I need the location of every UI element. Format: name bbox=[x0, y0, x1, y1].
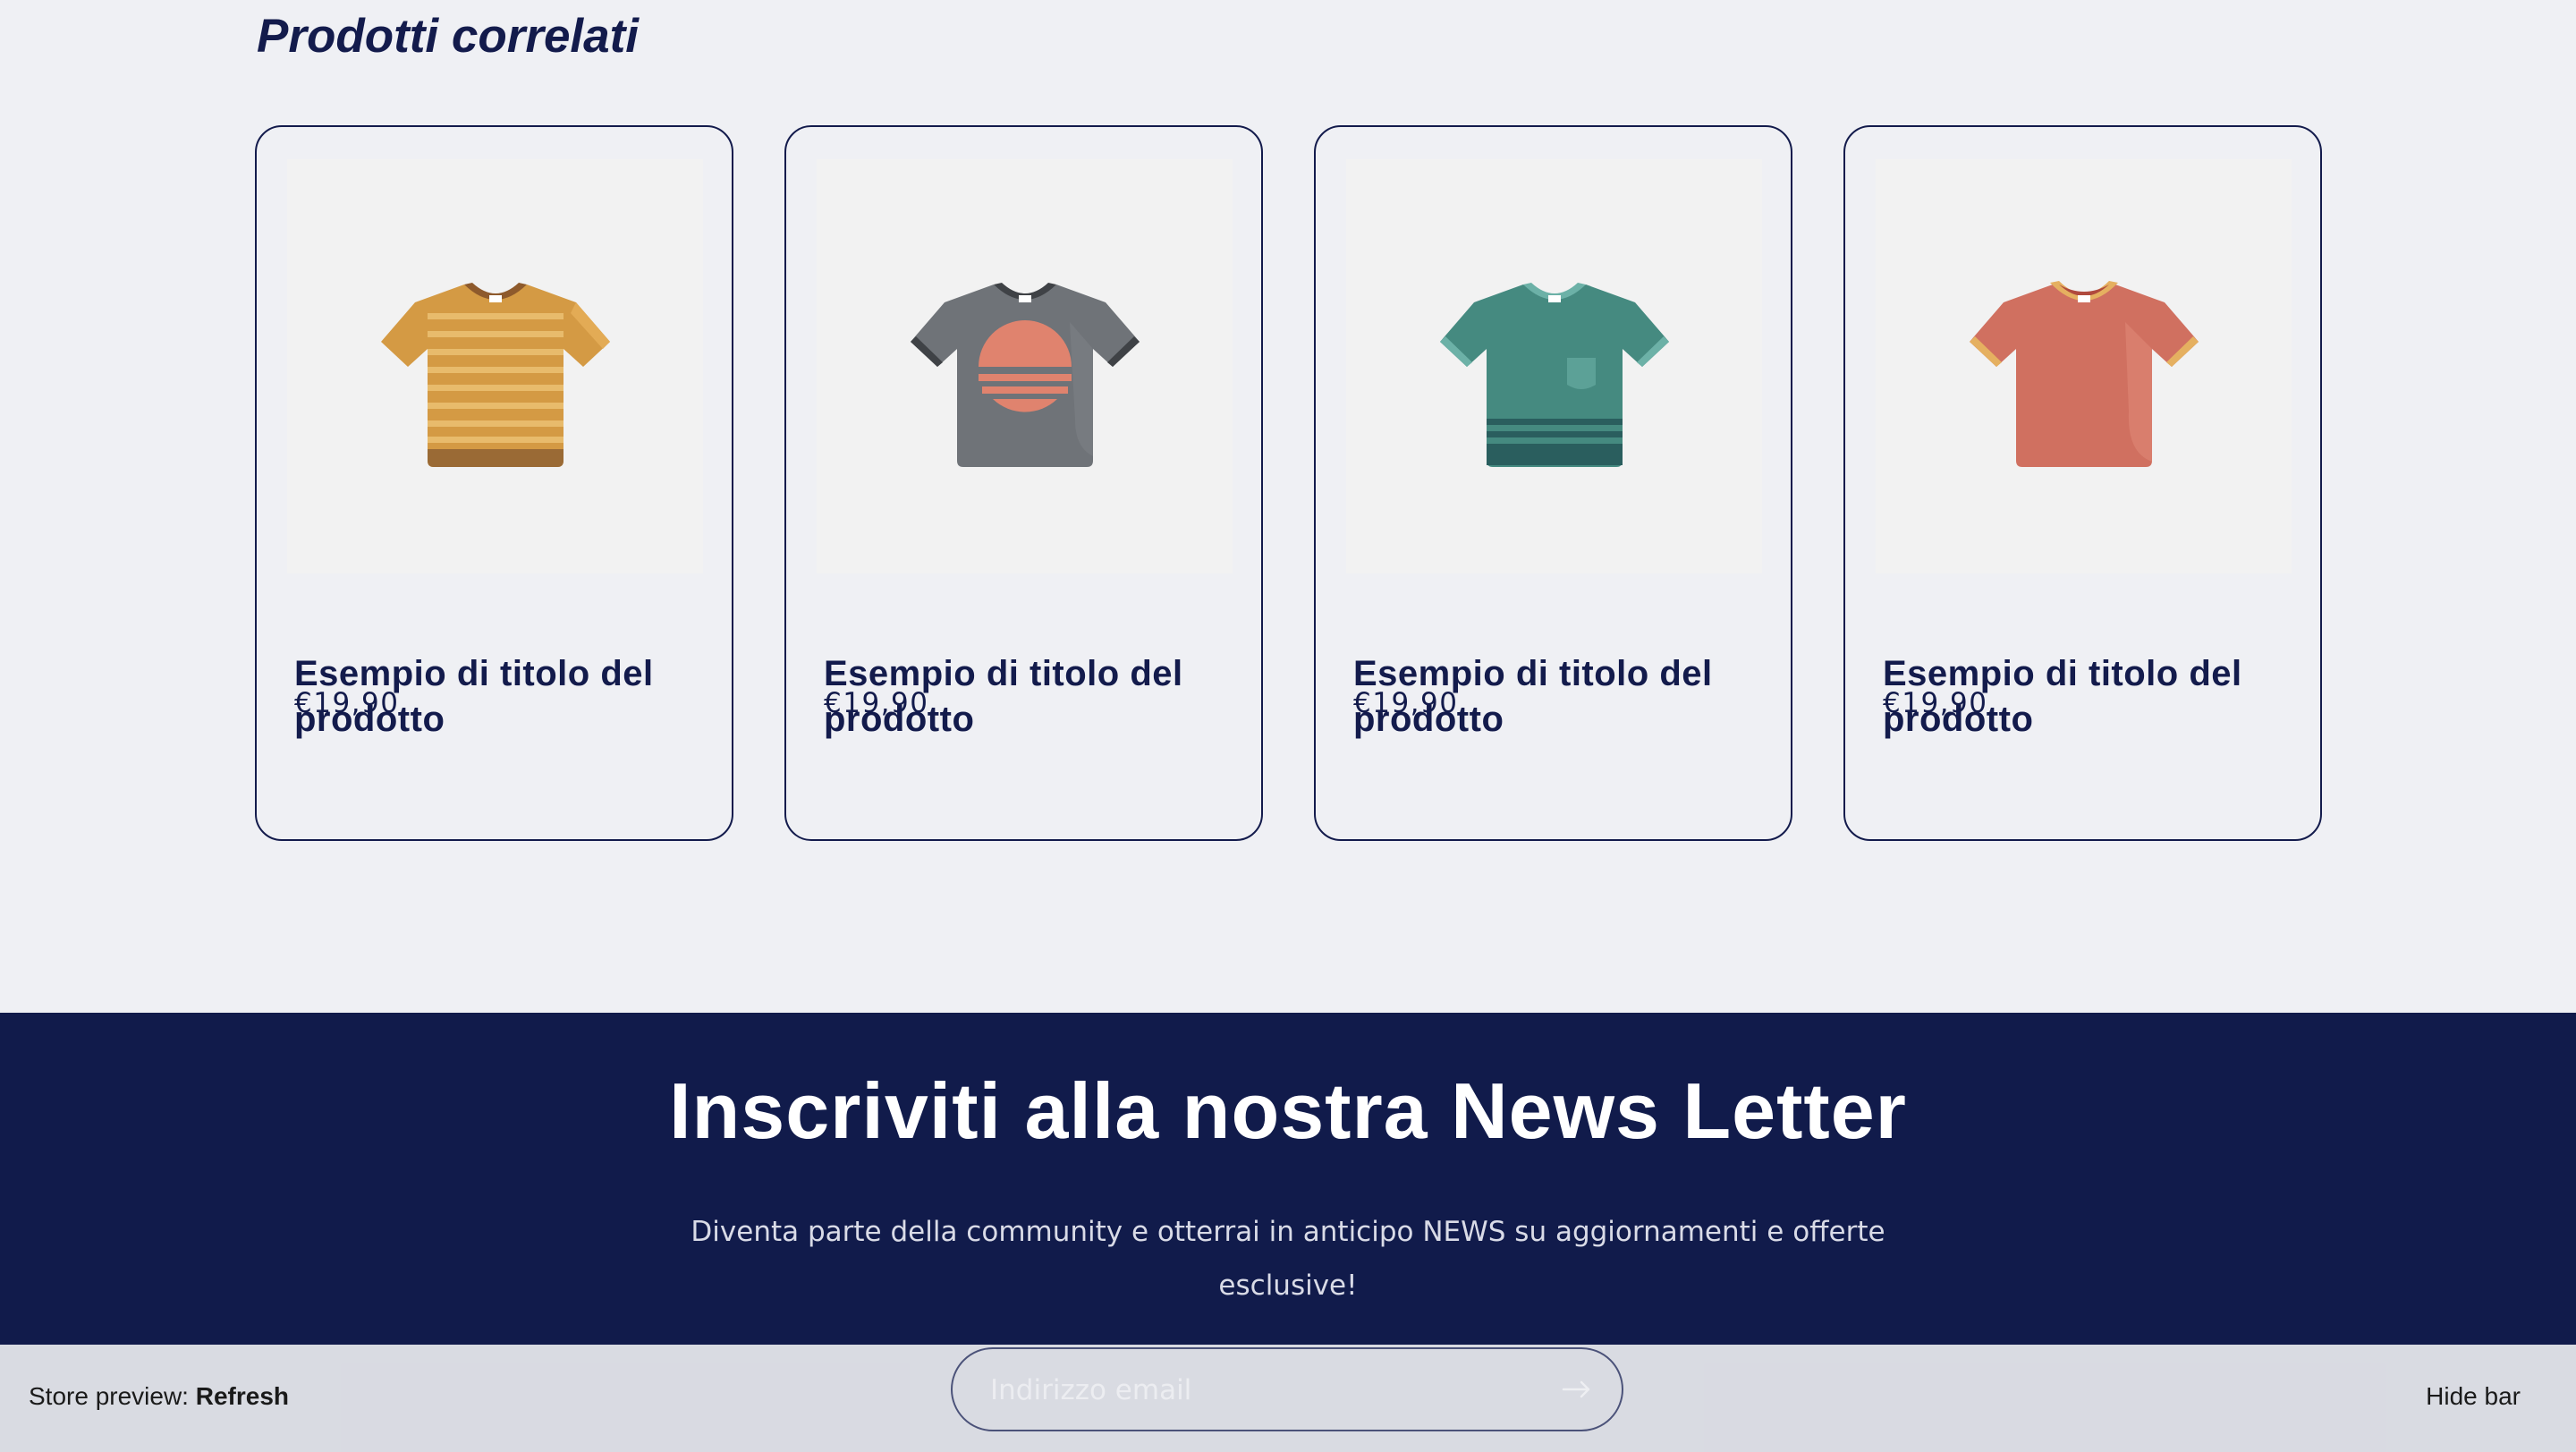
store-preview-label: Store preview: Refresh bbox=[29, 1382, 289, 1411]
newsletter-form bbox=[951, 1347, 1623, 1431]
hide-bar-button[interactable]: Hide bar bbox=[2426, 1382, 2521, 1411]
product-price: €19,90 bbox=[1353, 687, 1459, 719]
email-input[interactable] bbox=[988, 1349, 1529, 1431]
store-preview-text: Store preview: bbox=[29, 1382, 189, 1410]
page: Prodotti correlati Esempio di titolo del… bbox=[0, 0, 2576, 1452]
tshirt-gray-sunset-icon bbox=[910, 282, 1140, 467]
tshirt-coral-icon bbox=[1969, 280, 2199, 467]
product-card[interactable]: Esempio di titolo del prodotto €19,90 bbox=[1314, 125, 1792, 841]
newsletter-submit-button[interactable] bbox=[1557, 1370, 1597, 1409]
product-price: €19,90 bbox=[1883, 687, 1988, 719]
product-image[interactable] bbox=[817, 159, 1233, 573]
product-card[interactable]: Esempio di titolo del prodotto €19,90 bbox=[784, 125, 1263, 841]
related-products-title: Prodotti correlati bbox=[257, 10, 640, 63]
tshirt-teal-pocket-icon bbox=[1439, 282, 1669, 467]
newsletter-description: Diventa parte della community e otterrai… bbox=[691, 1216, 1885, 1302]
product-image[interactable] bbox=[1876, 159, 2292, 573]
product-grid: Esempio di titolo del prodotto €19,90 Es… bbox=[255, 125, 2322, 841]
product-price: €19,90 bbox=[294, 687, 400, 719]
product-image[interactable] bbox=[287, 159, 703, 573]
product-price: €19,90 bbox=[824, 687, 929, 719]
arrow-right-icon bbox=[1562, 1380, 1590, 1398]
product-card[interactable]: Esempio di titolo del prodotto €19,90 bbox=[1843, 125, 2322, 841]
product-image[interactable] bbox=[1346, 159, 1762, 573]
product-card[interactable]: Esempio di titolo del prodotto €19,90 bbox=[255, 125, 733, 841]
refresh-link[interactable]: Refresh bbox=[196, 1382, 289, 1410]
newsletter-heading: Inscriviti alla nostra News Letter bbox=[669, 1066, 1907, 1155]
tshirt-striped-yellow-icon bbox=[380, 282, 610, 467]
